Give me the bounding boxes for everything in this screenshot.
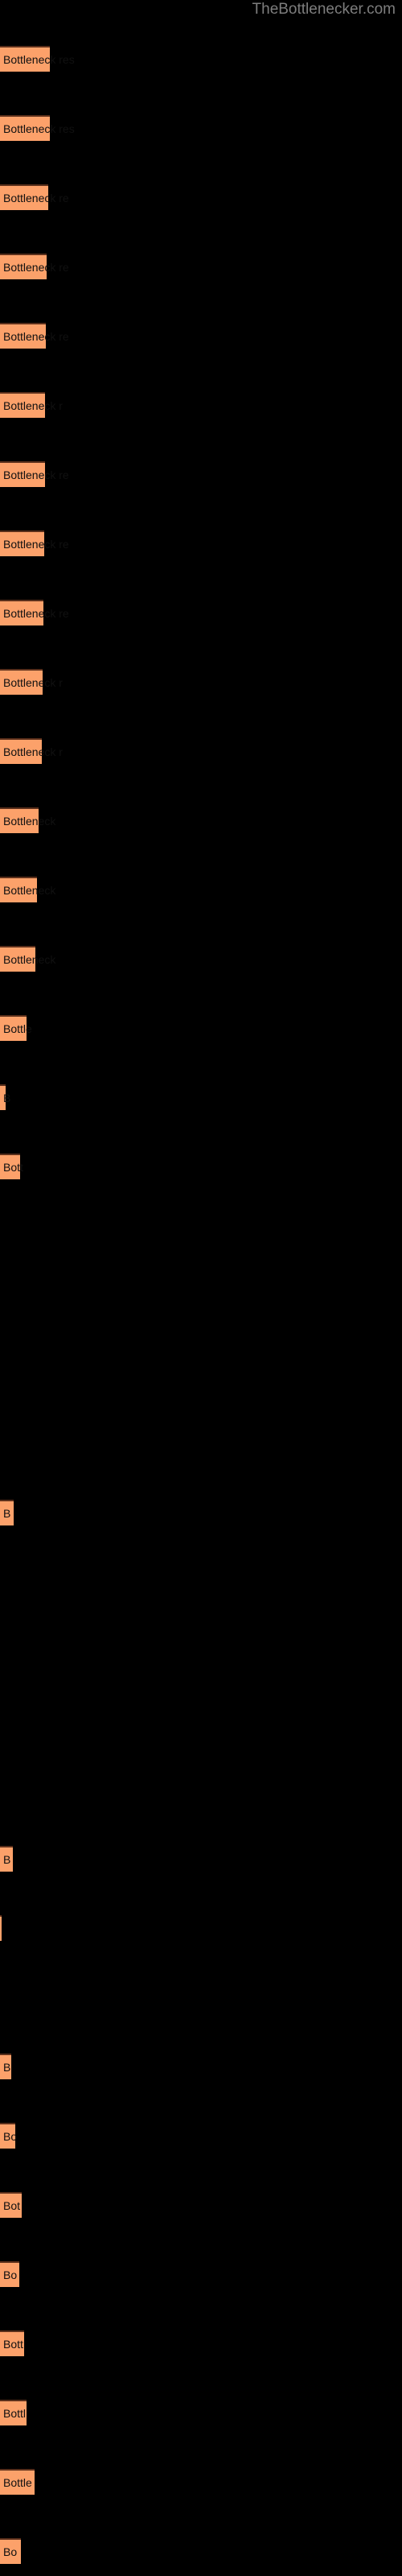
bar[interactable]	[0, 1084, 6, 1110]
bar[interactable]	[0, 46, 50, 72]
bar[interactable]	[0, 461, 45, 487]
bar[interactable]	[0, 2054, 11, 2079]
bar[interactable]	[0, 392, 45, 418]
bar[interactable]	[0, 1846, 13, 1872]
bar[interactable]	[0, 946, 35, 972]
bar[interactable]	[0, 669, 43, 695]
bar[interactable]	[0, 115, 50, 141]
bar[interactable]	[0, 2538, 21, 2564]
bar[interactable]	[0, 738, 42, 764]
bar[interactable]	[0, 1500, 14, 1525]
bar[interactable]	[0, 2469, 35, 2495]
bar[interactable]	[0, 877, 37, 902]
bar[interactable]	[0, 1015, 27, 1041]
bar-chart-root: TheBottlenecker.com Bottleneck res Bottle…	[0, 0, 402, 2576]
bar[interactable]	[0, 2330, 24, 2356]
bar[interactable]	[0, 254, 47, 279]
bar[interactable]	[0, 2123, 15, 2149]
bar[interactable]	[0, 1915, 2, 1941]
bar[interactable]	[0, 807, 39, 833]
bar[interactable]	[0, 530, 44, 556]
bar[interactable]	[0, 323, 46, 349]
bars-layer: Bottleneck res Bottleneck res Bottleneck r…	[0, 0, 402, 2576]
bar[interactable]	[0, 184, 48, 210]
bar[interactable]	[0, 2192, 22, 2218]
bar[interactable]	[0, 1154, 20, 1179]
bar[interactable]	[0, 600, 43, 625]
bar[interactable]	[0, 2261, 19, 2287]
bar[interactable]	[0, 2400, 27, 2425]
